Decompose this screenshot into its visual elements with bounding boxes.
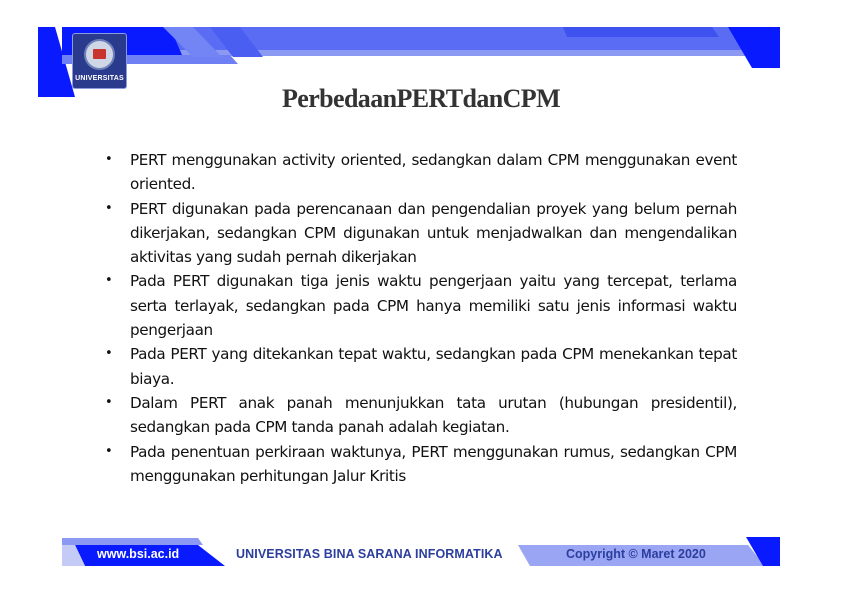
slide-title: PerbedaanPERTdanCPM xyxy=(281,84,561,113)
bullet-icon: • xyxy=(105,200,113,216)
footer-website-link[interactable]: www.bsi.ac.id xyxy=(97,547,217,561)
bullet-item: • PERT menggunakan activity oriented, sed… xyxy=(105,148,737,197)
university-logo: UNIVERSITAS xyxy=(72,33,127,89)
bullet-icon: • xyxy=(105,346,113,362)
bullet-icon: • xyxy=(105,152,113,167)
bullet-text: Pada penentuan perkiraan waktunya, PERT … xyxy=(130,442,737,485)
footer-copyright: Copyright © Maret 2020 xyxy=(566,547,706,561)
bullet-item: • Pada penentuan perkiraan waktunya, PERT… xyxy=(105,440,737,489)
bullet-item: • Dalam PERT anak panah menunjukkan tata … xyxy=(105,391,737,440)
bullet-list: • PERT menggunakan activity oriented, sed… xyxy=(105,148,737,489)
bullet-item: • Pada PERT yang ditekankan tepat waktu, … xyxy=(105,342,737,391)
bullet-text: PERT digunakan pada perencanaan dan peng… xyxy=(130,199,737,267)
header-band-right-inset xyxy=(563,27,719,37)
logo-emblem-mark xyxy=(93,49,106,59)
bullet-icon: • xyxy=(105,443,113,459)
bullet-icon: • xyxy=(105,394,113,410)
footer-strip-light-left xyxy=(62,538,203,545)
bullet-text: Dalam PERT anak panah menunjukkan tata u… xyxy=(130,393,737,437)
bullet-text: Pada PERT digunakan tiga jenis waktu pen… xyxy=(130,272,737,340)
bullet-text: PERT menggunakan activity oriented, seda… xyxy=(130,151,737,194)
footer-university-name: UNIVERSITAS BINA SARANA INFORMATIKA xyxy=(236,547,503,561)
bullet-item: • Pada PERT digunakan tiga jenis waktu pe… xyxy=(105,269,737,342)
logo-label: UNIVERSITAS xyxy=(75,75,124,82)
logo-emblem-icon xyxy=(84,39,115,70)
bullet-item: • PERT digunakan pada perencanaan dan pen… xyxy=(105,197,737,270)
bullet-icon: • xyxy=(105,273,113,289)
bullet-text: Pada PERT yang ditekankan tepat waktu, s… xyxy=(130,345,737,388)
